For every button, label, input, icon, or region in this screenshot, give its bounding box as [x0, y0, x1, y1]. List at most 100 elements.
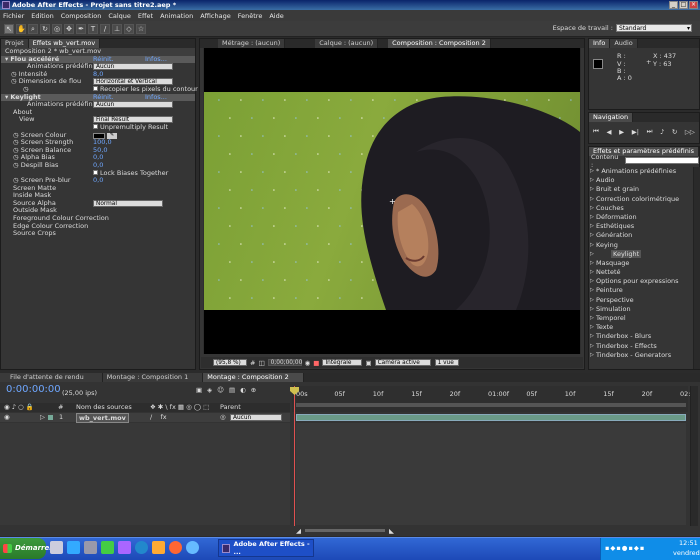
- menu-fenetre[interactable]: Fenêtre: [238, 12, 263, 20]
- tab-comp2[interactable]: Montage : Composition 2: [203, 373, 304, 382]
- effects-category-item[interactable]: Temporel: [589, 314, 693, 323]
- mask-icon[interactable]: ◫: [258, 359, 264, 367]
- clock[interactable]: 12:51: [679, 539, 698, 547]
- eraser-tool-icon[interactable]: ◇: [124, 23, 134, 34]
- effects-category-item[interactable]: Netteté: [589, 268, 693, 277]
- tray-icons[interactable]: ▪◆▪●▪◆▪: [605, 544, 645, 552]
- tab-footage[interactable]: Métrage : (aucun): [218, 39, 286, 48]
- effects-category-item[interactable]: Correction colorimétrique: [589, 195, 693, 204]
- col-source-name[interactable]: Nom des sources: [76, 403, 132, 411]
- effects-category-item[interactable]: Keying: [589, 241, 693, 250]
- play-icon[interactable]: ▶: [619, 128, 624, 136]
- effects-category-item[interactable]: Masquage: [589, 259, 693, 268]
- timeline-timecode[interactable]: 0:00:00:00: [6, 384, 61, 395]
- tab-audio[interactable]: Audio: [610, 39, 638, 48]
- tab-comp1[interactable]: Montage : Composition 1: [102, 373, 204, 382]
- timecode-field[interactable]: 0;00;00;00: [267, 359, 302, 366]
- rotate-tool-icon[interactable]: ↻: [40, 23, 50, 34]
- timeline-vscrollbar[interactable]: [690, 386, 698, 526]
- text-tool-icon[interactable]: T: [88, 23, 98, 34]
- hand-tool-icon[interactable]: ✋: [16, 23, 26, 34]
- tab-render-queue[interactable]: File d'attente de rendu: [0, 373, 103, 382]
- network-icon[interactable]: [84, 541, 97, 554]
- selection-tool-icon[interactable]: ↖: [4, 23, 14, 34]
- desktop-icon[interactable]: [50, 541, 63, 554]
- preblur-value[interactable]: 0,0: [93, 176, 103, 185]
- workspace-dropdown[interactable]: Standard ▾: [616, 24, 692, 32]
- effects-category-item[interactable]: Peinture: [589, 286, 693, 295]
- eye-icon[interactable]: ◉: [4, 413, 10, 421]
- grid-icon[interactable]: #: [250, 359, 255, 367]
- keylight-info-button[interactable]: Infos...: [145, 93, 167, 102]
- contents-search-input[interactable]: [624, 157, 699, 164]
- zoom-out-icon[interactable]: ◢: [296, 527, 301, 535]
- menu-calque[interactable]: Calque: [108, 12, 131, 20]
- effects-category-item[interactable]: Couches: [589, 204, 693, 213]
- browser-icon[interactable]: [186, 541, 199, 554]
- ie-icon[interactable]: [152, 541, 165, 554]
- stopwatch-icon[interactable]: ◷: [13, 161, 19, 169]
- effects-category-item[interactable]: Simulation: [589, 305, 693, 314]
- effects-category-item[interactable]: Esthétiques: [589, 222, 693, 231]
- effects-category-item[interactable]: Bruit et grain: [589, 185, 693, 194]
- views-dropdown[interactable]: 1 vue: [434, 359, 459, 366]
- zoom-slider[interactable]: [305, 529, 385, 532]
- unpremultiply-checkbox[interactable]: [93, 124, 98, 130]
- first-frame-icon[interactable]: ⏮: [593, 127, 599, 136]
- messenger-icon[interactable]: [101, 541, 114, 554]
- triangle-down-icon[interactable]: ▾: [5, 55, 8, 63]
- ram-preview-icon[interactable]: ▷▷: [685, 128, 695, 136]
- triangle-down-icon[interactable]: ▾: [5, 93, 8, 101]
- source-crops-row[interactable]: Source Crops: [1, 229, 195, 238]
- firefox-icon[interactable]: [169, 541, 182, 554]
- zoom-in-icon[interactable]: ◣: [389, 527, 394, 535]
- flou-presets-dropdown[interactable]: Aucun: [93, 63, 173, 71]
- effects-category-item[interactable]: Génération: [589, 231, 693, 240]
- graph-editor-icon[interactable]: ⊕: [251, 386, 256, 394]
- effect-item-keylight[interactable]: Keylight: [589, 249, 693, 259]
- tab-composition[interactable]: Composition : Composition 2: [388, 39, 491, 48]
- zoom-tool-icon[interactable]: ⌕: [28, 23, 38, 34]
- motion-blur-icon[interactable]: ◐: [240, 386, 246, 394]
- keylight-presets-dropdown[interactable]: Aucun: [93, 101, 173, 109]
- menu-aide[interactable]: Aide: [269, 12, 283, 20]
- loop-icon[interactable]: ↻: [672, 128, 677, 136]
- menu-composition[interactable]: Composition: [61, 12, 102, 20]
- tab-info[interactable]: Info: [589, 39, 611, 48]
- menu-effet[interactable]: Effet: [138, 12, 153, 20]
- parent-dropdown[interactable]: Aucun: [230, 414, 282, 421]
- intensity-value[interactable]: 8,0: [93, 70, 103, 79]
- region-icon[interactable]: ▣: [365, 359, 371, 367]
- prev-frame-icon[interactable]: ◀: [606, 128, 611, 136]
- maximize-button[interactable]: □: [679, 1, 688, 9]
- stopwatch-icon[interactable]: ◷: [11, 77, 17, 86]
- effects-category-item[interactable]: Tinderbox - Effects: [589, 342, 693, 351]
- last-frame-icon[interactable]: ⏭: [647, 127, 653, 136]
- shy-icon[interactable]: ☺: [217, 386, 224, 394]
- layer-name[interactable]: wb_vert.mov: [76, 413, 129, 423]
- comp-flowchart-icon[interactable]: ▣: [196, 386, 202, 394]
- brush-tool-icon[interactable]: /: [100, 23, 110, 34]
- repeat-checkbox[interactable]: [93, 86, 98, 92]
- effects-scrollbar[interactable]: [693, 167, 700, 369]
- camera-snapshot-icon[interactable]: ◉: [305, 359, 311, 367]
- frame-blend-icon[interactable]: ▤: [229, 386, 235, 394]
- media-player-icon[interactable]: [135, 541, 148, 554]
- close-button[interactable]: ×: [689, 1, 698, 9]
- flou-info-button[interactable]: Infos...: [145, 55, 167, 64]
- tab-navigation[interactable]: Navigation: [589, 113, 634, 122]
- audio-icon[interactable]: ♪: [660, 128, 664, 136]
- pan-behind-tool-icon[interactable]: ✥: [64, 23, 74, 34]
- layer-row[interactable]: ◉ ▷ 1 wb_vert.mov / fx ◎ Aucun: [0, 413, 290, 423]
- pen-tool-icon[interactable]: ✒: [76, 23, 86, 34]
- effects-category-item[interactable]: Texte: [589, 323, 693, 332]
- effects-category-item[interactable]: Options pour expressions: [589, 277, 693, 286]
- effects-category-item[interactable]: Perspective: [589, 296, 693, 305]
- layer-color-label[interactable]: [48, 415, 53, 420]
- resolution-dropdown[interactable]: Intégrale: [322, 359, 363, 366]
- rgb-channel-icon[interactable]: ■: [313, 359, 319, 367]
- menu-edition[interactable]: Edition: [31, 12, 54, 20]
- taskbar-button-ae[interactable]: Adobe After Effects - ...: [218, 539, 314, 557]
- layer-duration-bar[interactable]: [296, 414, 686, 421]
- source-alpha-dropdown[interactable]: Normal: [93, 199, 163, 207]
